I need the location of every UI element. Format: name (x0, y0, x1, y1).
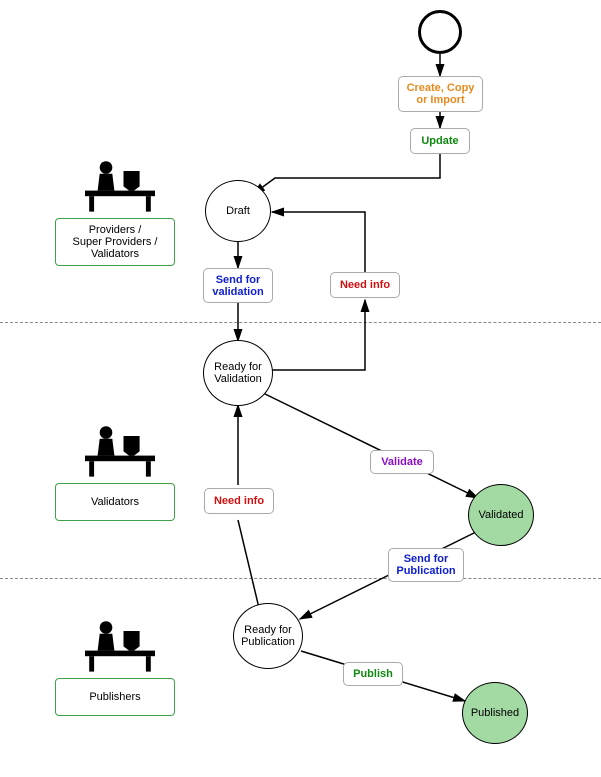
action-create-label: Create, Copyor Import (407, 82, 475, 106)
role-validators: Validators (55, 483, 175, 521)
state-draft-label: Draft (226, 205, 250, 217)
action-need-info-2: Need info (204, 488, 274, 514)
state-ready-validation: Ready forValidation (203, 340, 273, 406)
state-ready-validation-label: Ready forValidation (214, 361, 262, 385)
workflow-diagram: Providers /Super Providers /Validators V… (0, 0, 601, 777)
state-validated: Validated (468, 484, 534, 546)
state-published: Published (462, 682, 528, 744)
role-providers-label: Providers /Super Providers /Validators (73, 224, 158, 260)
state-ready-publication-label: Ready forPublication (241, 624, 295, 648)
action-update: Update (410, 128, 470, 154)
state-start (418, 10, 462, 54)
action-need-info-1: Need info (330, 272, 400, 298)
action-send-publication: Send forPublication (388, 548, 464, 582)
person-at-desk-icon (85, 155, 155, 215)
action-send-validation: Send forvalidation (203, 268, 273, 303)
role-publishers-label: Publishers (89, 691, 140, 703)
action-need-info-1-label: Need info (340, 279, 390, 291)
state-ready-publication: Ready forPublication (233, 603, 303, 669)
swimlane-divider-1 (0, 322, 601, 323)
action-publish-label: Publish (353, 668, 393, 680)
action-update-label: Update (421, 135, 458, 147)
action-send-validation-label: Send forvalidation (212, 274, 263, 298)
swimlane-divider-2 (0, 578, 601, 579)
action-send-publication-label: Send forPublication (396, 553, 455, 577)
person-at-desk-icon (85, 420, 155, 480)
state-published-label: Published (471, 707, 519, 719)
state-validated-label: Validated (478, 509, 523, 521)
action-publish: Publish (343, 662, 403, 686)
person-at-desk-icon (85, 615, 155, 675)
action-need-info-2-label: Need info (214, 495, 264, 507)
action-validate: Validate (370, 450, 434, 474)
role-publishers: Publishers (55, 678, 175, 716)
role-validators-label: Validators (91, 496, 139, 508)
action-create: Create, Copyor Import (398, 76, 483, 112)
state-draft: Draft (205, 180, 271, 242)
action-validate-label: Validate (381, 456, 423, 468)
role-providers: Providers /Super Providers /Validators (55, 218, 175, 266)
